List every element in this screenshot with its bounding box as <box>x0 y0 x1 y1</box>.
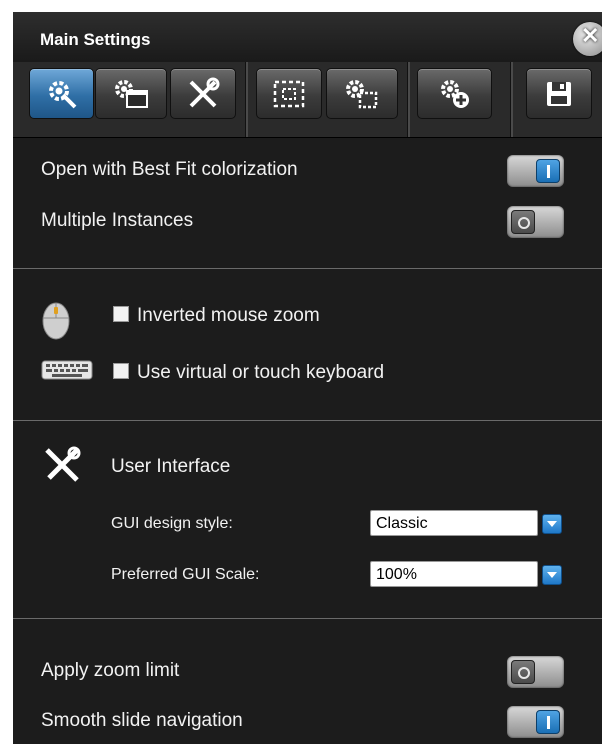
inverted-zoom-checkbox[interactable] <box>113 306 129 322</box>
section-divider <box>13 618 602 619</box>
multiple-instances-label: Multiple Instances <box>41 210 194 231</box>
region-settings-icon <box>346 79 378 108</box>
toggle-knob <box>511 210 535 234</box>
tab-tools[interactable] <box>170 68 236 119</box>
section-divider <box>13 268 602 269</box>
title-bar: Main Settings <box>13 12 602 62</box>
smooth-slide-label: Smooth slide navigation <box>41 710 243 731</box>
save-icon <box>547 81 571 106</box>
close-icon: ✕ <box>581 23 600 48</box>
smooth-slide-toggle[interactable] <box>507 706 564 738</box>
toolbar-separator <box>407 62 410 137</box>
zoom-limit-label: Apply zoom limit <box>41 660 180 681</box>
dialog-title: Main Settings <box>40 30 151 49</box>
selection-icon <box>273 80 305 107</box>
design-style-label: GUI design style: <box>111 515 233 532</box>
section-divider <box>13 420 602 421</box>
gui-scale-select[interactable]: 100% <box>370 561 538 587</box>
keyboard-icon <box>41 360 93 380</box>
virtual-keyboard-row: Use virtual or touch keyboard <box>113 362 384 384</box>
settings-toolbar <box>13 62 602 138</box>
toggle-knob <box>536 159 560 183</box>
best-fit-toggle[interactable] <box>507 155 564 187</box>
best-fit-label: Open with Best Fit colorization <box>41 159 298 180</box>
main-settings-dialog: Main Settings ✕ Open with Best Fit color… <box>13 12 602 744</box>
tools-icon <box>189 77 220 107</box>
toggle-knob <box>536 710 560 734</box>
inverted-zoom-label: Inverted mouse zoom <box>137 305 320 326</box>
toolbar-separator <box>245 62 248 137</box>
display-settings-icon <box>115 79 148 108</box>
gui-scale-label: Preferred GUI Scale: <box>111 566 260 583</box>
user-interface-heading: User Interface <box>111 456 231 477</box>
virtual-keyboard-checkbox[interactable] <box>113 363 129 379</box>
add-settings-icon <box>440 79 469 108</box>
tab-general-settings[interactable] <box>29 68 94 119</box>
close-button[interactable]: ✕ <box>573 22 602 56</box>
toggle-knob <box>511 660 535 684</box>
zoom-limit-toggle[interactable] <box>507 656 564 688</box>
tab-selection[interactable] <box>256 68 322 119</box>
tab-add-settings[interactable] <box>417 68 492 119</box>
toolbar-separator <box>510 62 513 137</box>
chevron-down-icon[interactable] <box>542 514 562 534</box>
tab-display-settings[interactable] <box>95 68 167 119</box>
inverted-zoom-row: Inverted mouse zoom <box>113 305 320 327</box>
mouse-icon <box>42 302 70 340</box>
tab-region-settings[interactable] <box>326 68 398 119</box>
multiple-instances-toggle[interactable] <box>507 206 564 238</box>
chevron-down-icon[interactable] <box>542 565 562 585</box>
virtual-keyboard-label: Use virtual or touch keyboard <box>137 362 385 383</box>
save-button[interactable] <box>526 68 592 119</box>
general-settings-icon <box>48 80 76 108</box>
tools-icon <box>45 446 81 482</box>
design-style-select[interactable]: Classic <box>370 510 538 536</box>
